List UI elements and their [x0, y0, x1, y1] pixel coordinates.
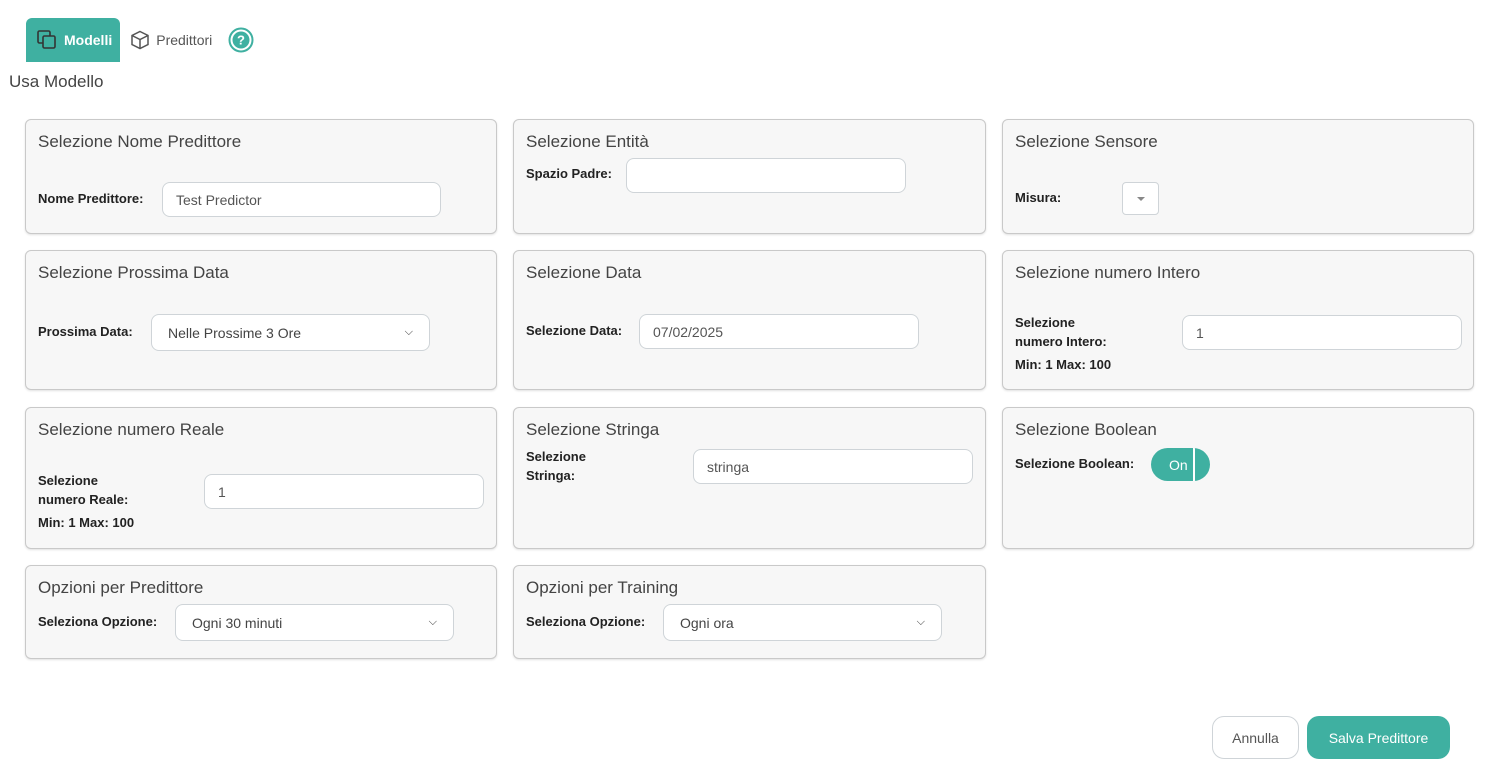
chevron-down-icon: ⌵: [428, 616, 437, 628]
reale-label-line2: numero Reale:: [38, 492, 129, 507]
card-reale: Selezione numero Reale Selezione numero …: [25, 407, 497, 549]
card-title: Selezione numero Reale: [38, 420, 225, 439]
svg-text:?: ?: [237, 33, 245, 48]
page-title: Usa Modello: [9, 72, 104, 91]
intero-label-line2: numero Intero:: [1015, 334, 1107, 349]
cube-icon: [131, 30, 149, 50]
caret-down-icon: [1136, 196, 1145, 201]
misura-dropdown[interactable]: [1122, 182, 1159, 215]
tab-bar: Modelli Predittori ?: [26, 18, 254, 62]
card-boolean: Selezione Boolean Selezione Boolean: On: [1002, 407, 1474, 549]
card-opzioni-training: Opzioni per Training Seleziona Opzione: …: [513, 565, 986, 659]
tab-predittori[interactable]: Predittori: [120, 18, 220, 62]
toggle-knob: [1193, 448, 1210, 481]
misura-label: Misura:: [1015, 190, 1062, 205]
copy-icon: [37, 30, 56, 49]
card-data: Selezione Data Selezione Data:: [513, 250, 986, 390]
card-opzioni-predittore: Opzioni per Predittore Seleziona Opzione…: [25, 565, 497, 659]
card-title: Opzioni per Predittore: [38, 578, 204, 597]
intero-label-line1: Selezione: [1015, 315, 1075, 330]
intero-range: Min: 1 Max: 100: [1015, 357, 1112, 372]
card-stringa: Selezione Stringa Selezione Stringa:: [513, 407, 986, 549]
prossima-data-selected: Nelle Prossime 3 Ore: [168, 324, 302, 341]
prossima-data-select[interactable]: Nelle Prossime 3 Ore ⌵: [151, 314, 430, 351]
tab-predittori-label: Predittori: [156, 32, 213, 48]
reale-input[interactable]: [204, 474, 484, 509]
selezione-data-label: Selezione Data:: [526, 323, 623, 338]
card-entita: Selezione Entità Spazio Padre:: [513, 119, 986, 234]
cancel-button[interactable]: Annulla: [1212, 716, 1299, 759]
reale-label-line1: Selezione: [38, 473, 98, 488]
nome-predittore-label: Nome Predittore:: [38, 191, 144, 206]
card-nome-predittore: Selezione Nome Predittore Nome Predittor…: [25, 119, 497, 234]
chevron-down-icon: ⌵: [916, 616, 925, 628]
stringa-label-line2: Stringa:: [526, 468, 576, 483]
opzioni-predittore-select[interactable]: Ogni 30 minuti ⌵: [175, 604, 454, 641]
spazio-padre-label: Spazio Padre:: [526, 166, 612, 181]
card-title: Selezione Stringa: [526, 420, 660, 439]
card-title: Selezione Boolean: [1015, 420, 1157, 439]
card-prossima-data: Selezione Prossima Data Prossima Data: N…: [25, 250, 497, 390]
stringa-label-line1: Selezione: [526, 449, 586, 464]
card-title: Selezione Sensore: [1015, 132, 1158, 151]
reale-range: Min: 1 Max: 100: [38, 515, 135, 530]
card-title: Selezione Data: [526, 263, 642, 282]
toggle-label: On: [1169, 456, 1188, 473]
chevron-down-icon: ⌵: [404, 326, 413, 338]
nome-predittore-input[interactable]: [162, 182, 441, 217]
opzioni-predittore-selected: Ogni 30 minuti: [192, 614, 283, 631]
card-intero: Selezione numero Intero Selezione numero…: [1002, 250, 1474, 390]
boolean-label: Selezione Boolean:: [1015, 456, 1135, 471]
card-title: Selezione Prossima Data: [38, 263, 229, 282]
tab-modelli-label: Modelli: [64, 32, 113, 48]
card-sensore: Selezione Sensore Misura:: [1002, 119, 1474, 234]
prossima-data-label: Prossima Data:: [38, 324, 133, 339]
card-title: Selezione numero Intero: [1015, 263, 1201, 282]
card-title: Selezione Entità: [526, 132, 649, 151]
save-predictor-button[interactable]: Salva Predittore: [1307, 716, 1450, 759]
opzioni-training-selected: Ogni ora: [680, 614, 734, 631]
spazio-padre-input[interactable]: [626, 158, 906, 193]
stringa-input[interactable]: [693, 449, 973, 484]
selezione-data-input[interactable]: [639, 314, 919, 349]
intero-input[interactable]: [1182, 315, 1462, 350]
boolean-toggle[interactable]: On: [1151, 448, 1210, 481]
card-title: Selezione Nome Predittore: [38, 132, 242, 151]
tab-modelli[interactable]: Modelli: [26, 18, 121, 62]
help-icon[interactable]: ?: [228, 27, 254, 53]
opzioni-training-select[interactable]: Ogni ora ⌵: [663, 604, 942, 641]
opzioni-predittore-label: Seleziona Opzione:: [38, 614, 158, 629]
card-title: Opzioni per Training: [526, 578, 679, 597]
opzioni-training-label: Seleziona Opzione:: [526, 614, 646, 629]
